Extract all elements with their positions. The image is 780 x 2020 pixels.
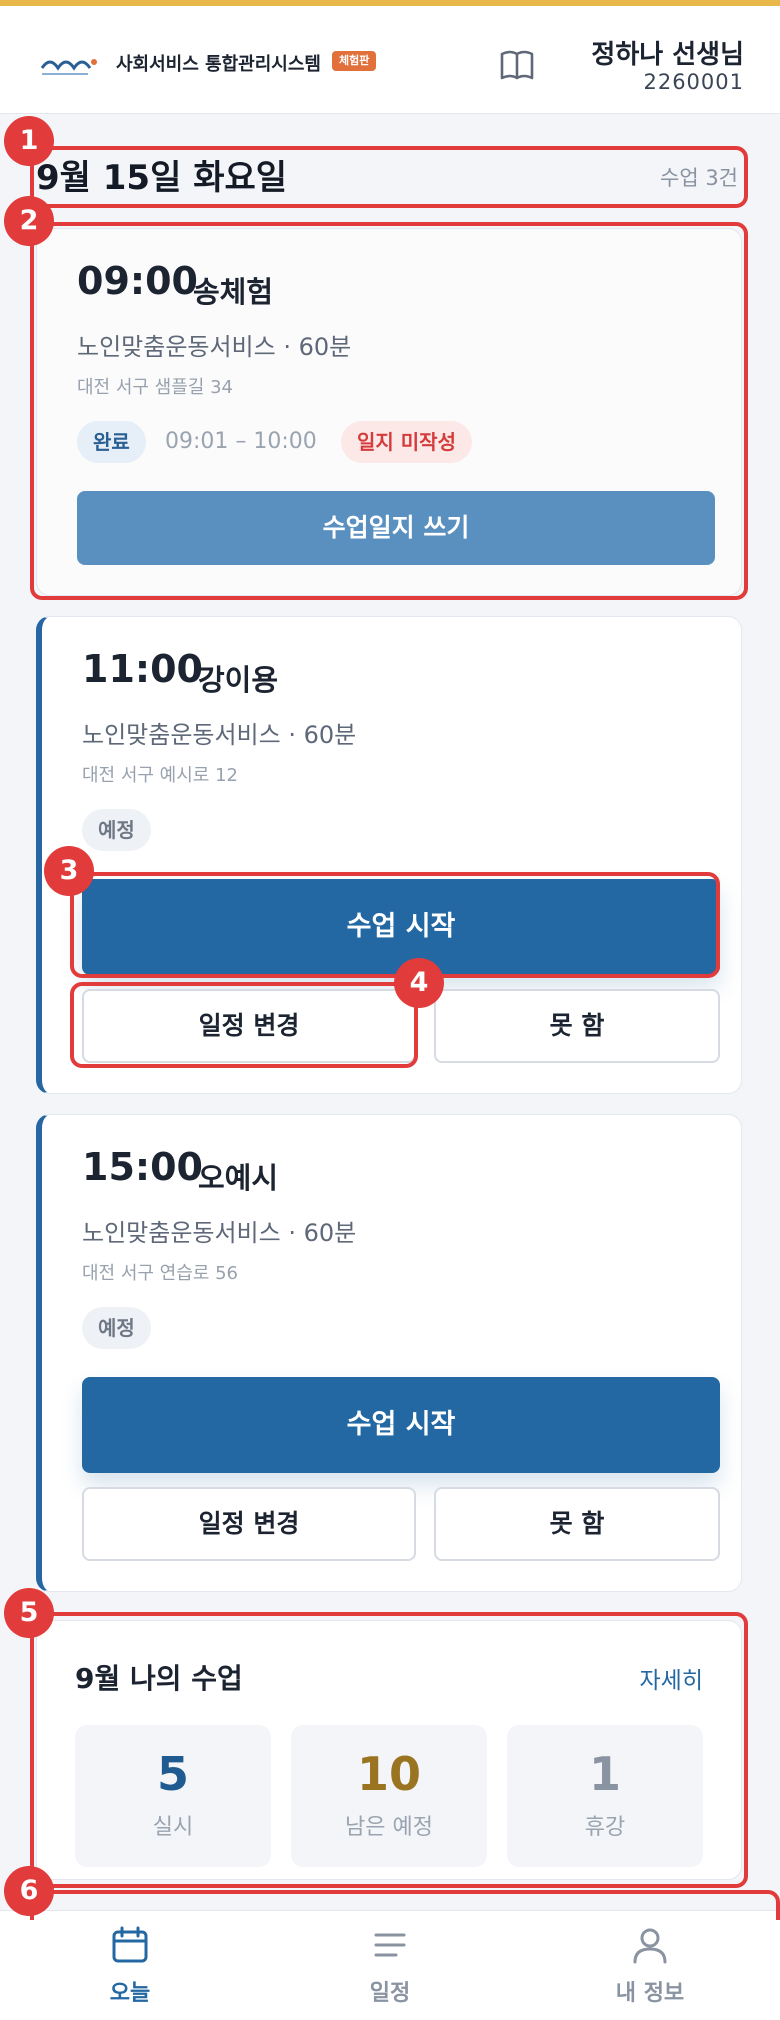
stat-remaining: 10 남은 예정 (291, 1725, 487, 1867)
user-name: 정하나 선생님 (591, 40, 744, 70)
stat-value: 1 (588, 1747, 621, 1801)
nav-my-info[interactable]: 내 정보 (520, 1911, 780, 2020)
brand-name: 사회서비스 통합관리시스템 (116, 54, 321, 75)
trial-badge: 체험판 (332, 51, 377, 71)
book-icon[interactable] (498, 48, 536, 84)
bottom-nav: 오늘 일정 내 정보 (0, 1910, 780, 2020)
lesson-time: 09:00 (77, 259, 198, 303)
stat-value: 5 (156, 1747, 189, 1801)
list-icon (374, 1933, 406, 1957)
user-icon (633, 1928, 667, 1964)
stat-done: 5 실시 (75, 1725, 271, 1867)
summary-title: 9월 나의 수업 (75, 1662, 243, 1695)
write-log-button[interactable]: 수업일지 쓰기 (77, 491, 715, 565)
service-name: 노인맞춤운동서비스 · 60분 (82, 721, 357, 749)
change-schedule-button[interactable]: 일정 변경 (82, 1487, 416, 1561)
lesson-address: 대전 서구 예시로 12 (82, 765, 238, 786)
done-time-range: 09:01 – 10:00 (165, 429, 317, 454)
cannot-attend-button[interactable]: 못 함 (434, 989, 720, 1063)
monthly-summary-card: 9월 나의 수업 자세히 5 실시 10 남은 예정 1 휴강 (36, 1620, 742, 1880)
status-badge: 예정 (82, 1307, 151, 1349)
nav-label: 일정 (369, 1981, 411, 2006)
lesson-address: 대전 서구 샘플길 34 (77, 377, 233, 398)
logo-icon (40, 59, 97, 75)
service-name: 노인맞춤운동서비스 · 60분 (77, 333, 352, 361)
lesson-card: 11:00 강이용 노인맞춤운동서비스 · 60분 대전 서구 예시로 12 예… (36, 616, 742, 1094)
nav-label: 오늘 (109, 1981, 151, 2006)
change-schedule-button[interactable]: 일정 변경 (82, 989, 416, 1063)
nav-today[interactable]: 오늘 (0, 1911, 260, 2020)
lesson-card: 15:00 오예시 노인맞춤운동서비스 · 60분 대전 서구 연습로 56 예… (36, 1114, 742, 1592)
lesson-address: 대전 서구 연습로 56 (82, 1263, 238, 1284)
nav-label: 내 정보 (615, 1981, 685, 2006)
stat-label: 휴강 (584, 1815, 626, 1840)
stat-value: 10 (356, 1747, 421, 1801)
app-header: 사회서비스 통합관리시스템 체험판 정하나 선생님 2260001 (0, 6, 780, 114)
stat-break: 1 휴강 (507, 1725, 703, 1867)
summary-detail-link[interactable]: 자세히 (640, 1661, 703, 1695)
student-name: 강이용 (198, 663, 279, 697)
start-lesson-button[interactable]: 수업 시작 (82, 1377, 720, 1473)
lesson-time: 15:00 (82, 1145, 203, 1189)
start-lesson-button[interactable]: 수업 시작 (82, 879, 720, 975)
student-name: 오예시 (198, 1161, 279, 1195)
lesson-count: 수업 3건 (660, 166, 738, 190)
student-name: 송체험 (193, 275, 274, 309)
calendar-icon (112, 1926, 148, 1963)
status-badge: 예정 (82, 809, 151, 851)
user-id: 2260001 (643, 70, 744, 94)
nav-schedule[interactable]: 일정 (260, 1911, 520, 2020)
stat-label: 남은 예정 (345, 1815, 433, 1840)
cannot-attend-button[interactable]: 못 함 (434, 1487, 720, 1561)
date-title: 9월 15일 화요일 (36, 158, 288, 198)
date-row: 9월 15일 화요일 수업 3건 (36, 148, 746, 202)
lesson-card-done: 09:00 송체험 노인맞춤운동서비스 · 60분 대전 서구 샘플길 34 완… (36, 228, 742, 596)
stat-label: 실시 (152, 1815, 194, 1840)
log-missing-badge: 일지 미작성 (341, 421, 472, 463)
lesson-time: 11:00 (82, 647, 203, 691)
status-badge: 완료 (77, 421, 146, 463)
service-name: 노인맞춤운동서비스 · 60분 (82, 1219, 357, 1247)
